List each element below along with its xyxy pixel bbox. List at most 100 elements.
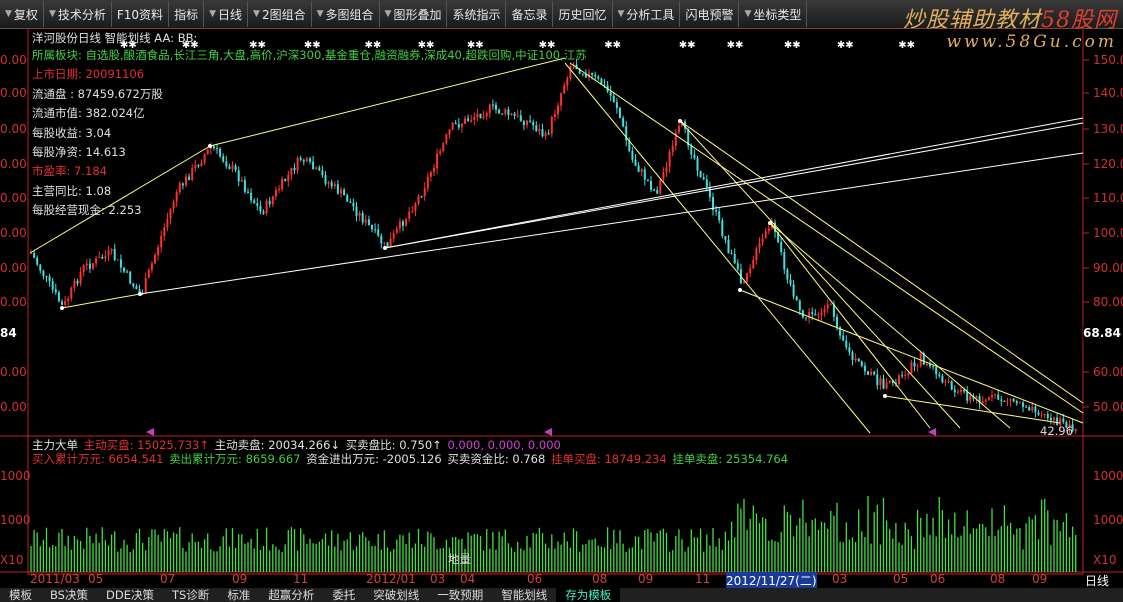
stock-info-line: 主营同比: 1.08 (32, 183, 112, 198)
candle-body (560, 93, 563, 106)
candle-body (479, 113, 482, 119)
toolbar-item-label: 系统指示 (452, 7, 501, 22)
bottom-tab[interactable]: 存为模板 (556, 588, 621, 602)
candle-body (510, 113, 513, 116)
candle-body (247, 191, 249, 193)
candle-body (761, 238, 764, 243)
trend-line (29, 145, 211, 254)
toolbar-item-label: 2图组合 (261, 7, 306, 22)
candle-body (225, 161, 228, 167)
bottom-tab[interactable]: DDE决策 (97, 588, 163, 602)
candle-body (101, 256, 104, 259)
bottom-tab[interactable]: 模板 (0, 588, 41, 602)
toolbar-item-label: 指标 (174, 7, 199, 22)
candle-body (501, 113, 504, 115)
toolbar-item-0[interactable]: ▼ 复权 (0, 1, 44, 27)
candle-body (268, 200, 271, 205)
candle-body (851, 352, 854, 361)
candle-body (563, 85, 566, 94)
candle-body (677, 125, 680, 133)
candle-body (302, 159, 305, 162)
candle-body (116, 259, 119, 261)
candle-body (281, 178, 284, 190)
candle-body (913, 362, 916, 367)
candle-body (569, 66, 572, 79)
toolbar-item-11[interactable]: ▼ 分析工具 (613, 1, 681, 27)
candle-body (535, 125, 538, 132)
candle-body (51, 281, 54, 290)
bottom-tab[interactable]: 标准 (218, 588, 259, 602)
date-tick: 11 (293, 572, 309, 586)
candle-body (197, 165, 200, 167)
candle-body (414, 203, 417, 212)
toolbar-item-12[interactable]: 闪电预警 (680, 1, 740, 27)
candle-body (82, 265, 85, 273)
candle-body (615, 102, 618, 109)
candle-body (448, 129, 451, 135)
date-tick: 05 (893, 572, 909, 586)
candle-body (293, 167, 296, 171)
candle-body (721, 220, 724, 237)
candle-body (702, 177, 705, 180)
candle-body (234, 165, 237, 171)
toolbar-item-1[interactable]: ▼ 技术分析 (44, 1, 112, 27)
bottom-tab[interactable]: 委托 (323, 588, 364, 602)
candle-body (870, 371, 873, 375)
candle-body (389, 238, 392, 248)
bottom-tab[interactable]: 一致预期 (428, 588, 492, 602)
candle-body (482, 116, 485, 119)
candle-body (426, 176, 429, 189)
bottom-tab[interactable]: BS决策 (41, 588, 97, 602)
candle-body (671, 145, 674, 153)
candle-body (219, 148, 222, 157)
vol-axis-label-left: X10 (0, 553, 24, 567)
toolbar-item-9[interactable]: 备忘录 (506, 1, 554, 27)
candle-body (433, 168, 435, 173)
toolbar-item-label: 多图组合 (325, 7, 374, 22)
candle-body (185, 176, 187, 186)
candle-body (188, 176, 191, 181)
candle-body (312, 161, 315, 170)
bottom-tab[interactable]: 智能划线 (492, 588, 556, 602)
y-tick-label-left: 0.00 (0, 261, 27, 275)
date-tick: 04 (460, 572, 476, 586)
toolbar-item-4[interactable]: ▼ 日线 (204, 1, 249, 27)
toolbar-item-6[interactable]: ▼ 多图组合 (312, 1, 380, 27)
candle-body (88, 263, 91, 269)
toolbar-item-7[interactable]: ▼ 图形叠加 (380, 1, 448, 27)
bottom-tab[interactable]: 突破划线 (364, 588, 428, 602)
candle-body (1025, 406, 1028, 408)
date-tick: 07 (160, 572, 176, 586)
candle-body (944, 381, 947, 383)
bottom-tab[interactable]: 超赢分析 (259, 588, 323, 602)
candle-body (274, 189, 277, 197)
candle-body (355, 206, 358, 216)
candle-body (113, 249, 116, 260)
kline-chart[interactable]: 150.0 0.00 140.00 0.00 130.00 0.00 120.00 0.00 1… (0, 28, 1123, 602)
candle-body (417, 195, 420, 204)
toolbar-item-13[interactable]: ▼ 坐标类型 (739, 1, 808, 27)
candle-body (1043, 414, 1046, 416)
flow-value: 主动买盘: 15025.733↑ (83, 438, 213, 452)
candle-body (597, 76, 600, 79)
toolbar-item-8[interactable]: 系统指示 (447, 1, 507, 27)
candle-body (237, 170, 240, 182)
candle-body (953, 389, 956, 393)
candle-body (259, 205, 262, 212)
candle-body (123, 267, 125, 272)
candle-body (789, 279, 792, 285)
candle-body (166, 218, 169, 228)
candle-body (526, 120, 528, 126)
stock-info-line: 每股经营现金: 2.253 (32, 203, 142, 218)
candle-body (262, 211, 265, 214)
candle-body (581, 73, 584, 75)
toolbar-item-3[interactable]: 指标 (169, 1, 205, 27)
toolbar-item-5[interactable]: ▼ 2图组合 (248, 1, 312, 27)
stock-title: 洋河股份日线 智能划线 AA: BB: (32, 31, 198, 45)
candle-body (420, 195, 423, 197)
candle-body (1053, 417, 1055, 421)
candle-body (994, 394, 997, 396)
bottom-tab[interactable]: TS诊断 (163, 588, 218, 602)
toolbar-item-2[interactable]: F10资料 (112, 1, 170, 27)
toolbar-item-10[interactable]: 历史回忆 (553, 1, 613, 27)
